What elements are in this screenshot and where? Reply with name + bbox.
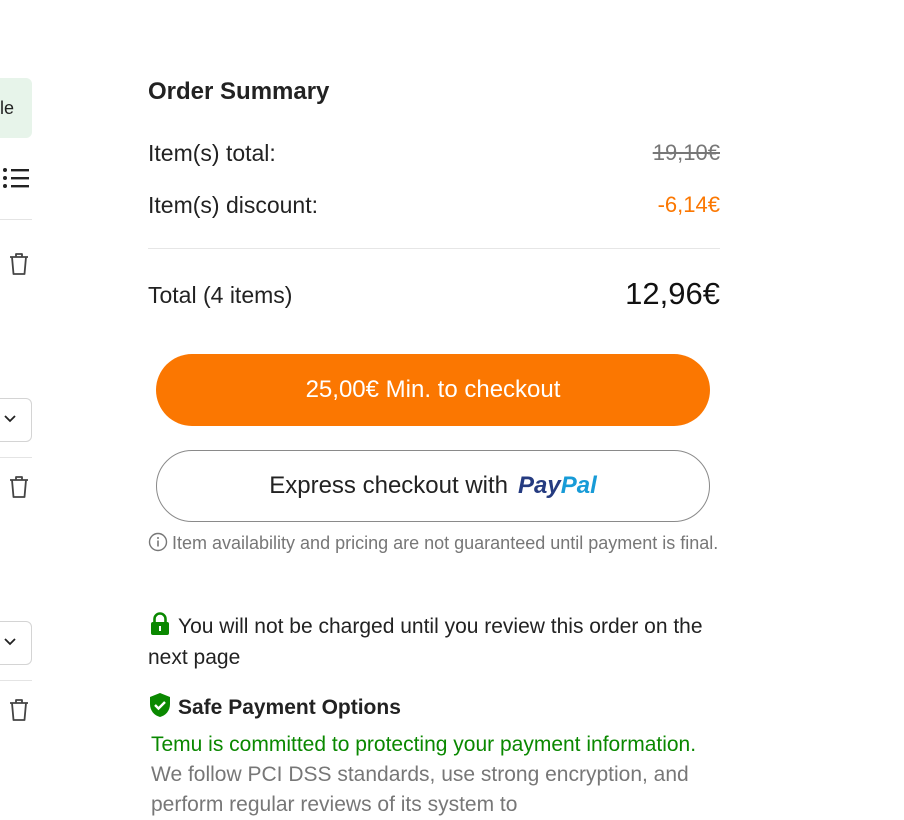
- quantity-dropdown[interactable]: [0, 398, 32, 442]
- items-discount-row: Item(s) discount: -6,14€: [148, 192, 720, 222]
- total-label: Total (4 items): [148, 282, 293, 308]
- cart-items-column: le: [0, 0, 40, 820]
- chevron-down-icon: [4, 638, 16, 646]
- shield-check-icon: [148, 692, 172, 724]
- express-checkout-label: Express checkout with: [269, 472, 509, 499]
- charge-notice-text: You will not be charged until you review…: [148, 615, 703, 669]
- order-summary-title: Order Summary: [148, 78, 330, 105]
- tag-pill: le: [0, 78, 32, 138]
- items-discount-label: Item(s) discount:: [148, 192, 318, 218]
- items-discount-value: -6,14€: [657, 192, 720, 217]
- items-total-label: Item(s) total:: [148, 140, 276, 166]
- summary-divider: [148, 248, 720, 249]
- lock-icon: [148, 612, 172, 644]
- chevron-down-icon: [4, 415, 16, 423]
- safe-payment-highlight: Temu is committed to protecting your pay…: [151, 733, 697, 756]
- charge-notice: You will not be charged until you review…: [148, 612, 720, 672]
- availability-text: Item availability and pricing are not gu…: [172, 533, 719, 553]
- item-divider: [0, 219, 32, 220]
- checkout-button[interactable]: 25,00€ Min. to checkout: [156, 354, 710, 426]
- info-icon: [148, 532, 168, 560]
- items-total-value: 19,10€: [652, 140, 720, 165]
- total-value: 12,96€: [625, 276, 720, 311]
- safe-payment-body: We follow PCI DSS standards, use strong …: [151, 763, 689, 816]
- paypal-logo: PayPal: [518, 472, 597, 499]
- trash-icon[interactable]: [8, 252, 30, 281]
- list-icon[interactable]: [2, 166, 30, 195]
- safe-payment-text: Temu is committed to protecting your pay…: [151, 730, 721, 820]
- trash-icon[interactable]: [8, 475, 30, 504]
- item-divider: [0, 457, 32, 458]
- items-total-row: Item(s) total: 19,10€: [148, 140, 720, 170]
- safe-payment-title: Safe Payment Options: [148, 692, 401, 724]
- paypal-express-button[interactable]: Express checkout with PayPal: [156, 450, 710, 522]
- item-divider: [0, 680, 32, 681]
- quantity-dropdown[interactable]: [0, 621, 32, 665]
- safe-payment-title-text: Safe Payment Options: [178, 696, 401, 719]
- availability-notice: Item availability and pricing are not gu…: [148, 530, 720, 560]
- trash-icon[interactable]: [8, 698, 30, 727]
